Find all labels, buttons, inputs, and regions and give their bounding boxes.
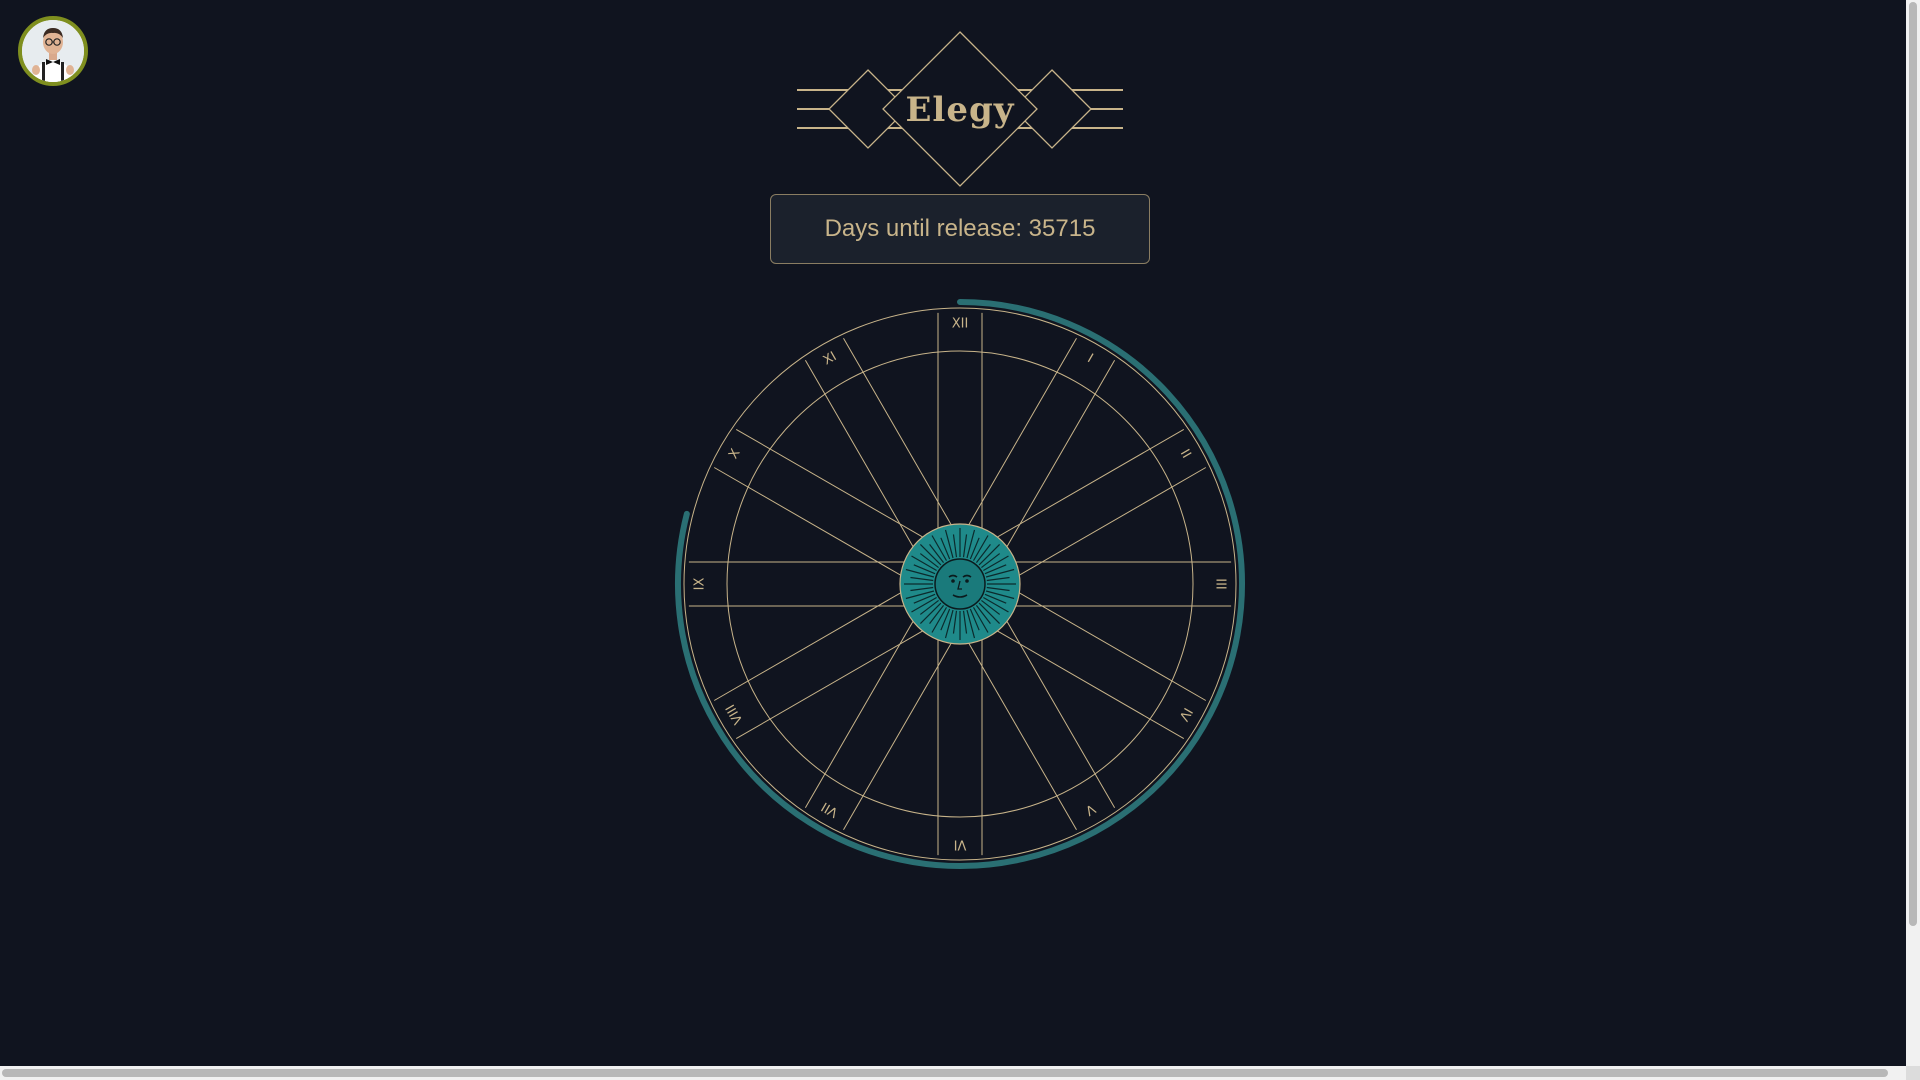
astrolabe-clock: XII I II III IV V VI VII VIII IX X XI <box>670 294 1250 874</box>
user-avatar[interactable] <box>18 16 88 86</box>
clock-numeral: IV <box>1175 705 1194 724</box>
horizontal-scrollbar[interactable] <box>0 1066 1906 1080</box>
vertical-scrollbar-thumb[interactable] <box>1909 2 1917 926</box>
clock-numeral: I <box>1085 351 1096 366</box>
clock-face: XIIIIIIIIIVVVIVIIVIIIIXXXI <box>675 299 1245 869</box>
clock-numeral: VII <box>819 799 841 820</box>
clock-numeral: XI <box>821 349 840 368</box>
clock-numeral: V <box>1082 800 1097 817</box>
clock-numeral: VI <box>954 837 967 852</box>
clock-numeral: II <box>1177 447 1194 461</box>
scrollbar-corner <box>1906 1066 1920 1080</box>
release-countdown: Days until release: 35715 <box>770 194 1150 264</box>
clock-numeral: VIII <box>723 701 746 726</box>
avatar-photo-icon <box>22 20 84 82</box>
app-viewport: Elegy Days until release: 35715 XII I II II… <box>0 0 1906 1066</box>
countdown-label: Days until release: 35715 <box>824 215 1096 242</box>
art-deco-emblem-icon <box>797 31 1123 187</box>
sun-face-icon <box>899 523 1021 645</box>
clock-numeral: IX <box>693 578 708 591</box>
app-logo: Elegy <box>795 30 1125 190</box>
clock-numeral: X <box>726 446 743 461</box>
vertical-scrollbar[interactable] <box>1906 0 1920 1066</box>
horizontal-scrollbar-thumb[interactable] <box>2 1069 1888 1077</box>
clock-numeral: XII <box>952 317 969 332</box>
clock-numeral: III <box>1213 578 1228 590</box>
